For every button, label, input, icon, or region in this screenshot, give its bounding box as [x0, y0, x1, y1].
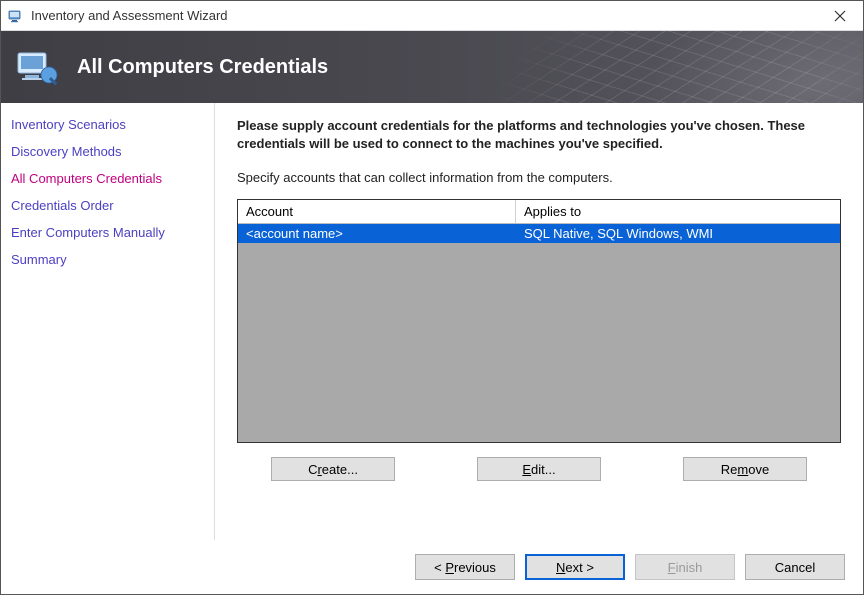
column-account[interactable]: Account	[238, 200, 516, 223]
footer: < Previous Next > Finish Cancel	[1, 540, 863, 594]
list-rows: <account name> SQL Native, SQL Windows, …	[238, 224, 840, 442]
close-icon	[834, 10, 846, 22]
credentials-list[interactable]: Account Applies to <account name> SQL Na…	[237, 199, 841, 443]
subtext: Specify accounts that can collect inform…	[237, 170, 841, 185]
sidebar-item-discovery-methods[interactable]: Discovery Methods	[1, 138, 214, 165]
cancel-button[interactable]: Cancel	[745, 554, 845, 580]
finish-button: Finish	[635, 554, 735, 580]
content-pane: Please supply account credentials for th…	[215, 103, 863, 540]
table-row[interactable]: <account name> SQL Native, SQL Windows, …	[238, 224, 840, 243]
banner-title: All Computers Credentials	[77, 56, 328, 79]
sidebar-item-all-computers-credentials[interactable]: All Computers Credentials	[1, 165, 214, 192]
remove-button[interactable]: Remove	[683, 457, 807, 481]
banner: All Computers Credentials	[1, 31, 863, 103]
banner-decoration	[467, 31, 863, 103]
sidebar: Inventory Scenarios Discovery Methods Al…	[1, 103, 215, 540]
sidebar-item-inventory-scenarios[interactable]: Inventory Scenarios	[1, 111, 214, 138]
cell-applies-to: SQL Native, SQL Windows, WMI	[516, 224, 840, 243]
edit-button[interactable]: Edit...	[477, 457, 601, 481]
titlebar: Inventory and Assessment Wizard	[1, 1, 863, 31]
sidebar-item-credentials-order[interactable]: Credentials Order	[1, 192, 214, 219]
create-button[interactable]: Create...	[271, 457, 395, 481]
app-icon	[7, 7, 25, 25]
cell-account: <account name>	[238, 224, 516, 243]
instruction-text: Please supply account credentials for th…	[237, 117, 841, 152]
list-header: Account Applies to	[238, 200, 840, 224]
sidebar-item-enter-computers-manually[interactable]: Enter Computers Manually	[1, 219, 214, 246]
wizard-window: Inventory and Assessment Wizard All Comp…	[0, 0, 864, 595]
list-buttons: Create... Edit... Remove	[237, 457, 841, 481]
previous-button[interactable]: < Previous	[415, 554, 515, 580]
wizard-body: Inventory Scenarios Discovery Methods Al…	[1, 103, 863, 540]
next-button[interactable]: Next >	[525, 554, 625, 580]
window-title: Inventory and Assessment Wizard	[31, 8, 817, 23]
banner-icon	[15, 47, 59, 87]
column-applies-to[interactable]: Applies to	[516, 200, 840, 223]
close-button[interactable]	[817, 1, 863, 30]
sidebar-item-summary[interactable]: Summary	[1, 246, 214, 273]
